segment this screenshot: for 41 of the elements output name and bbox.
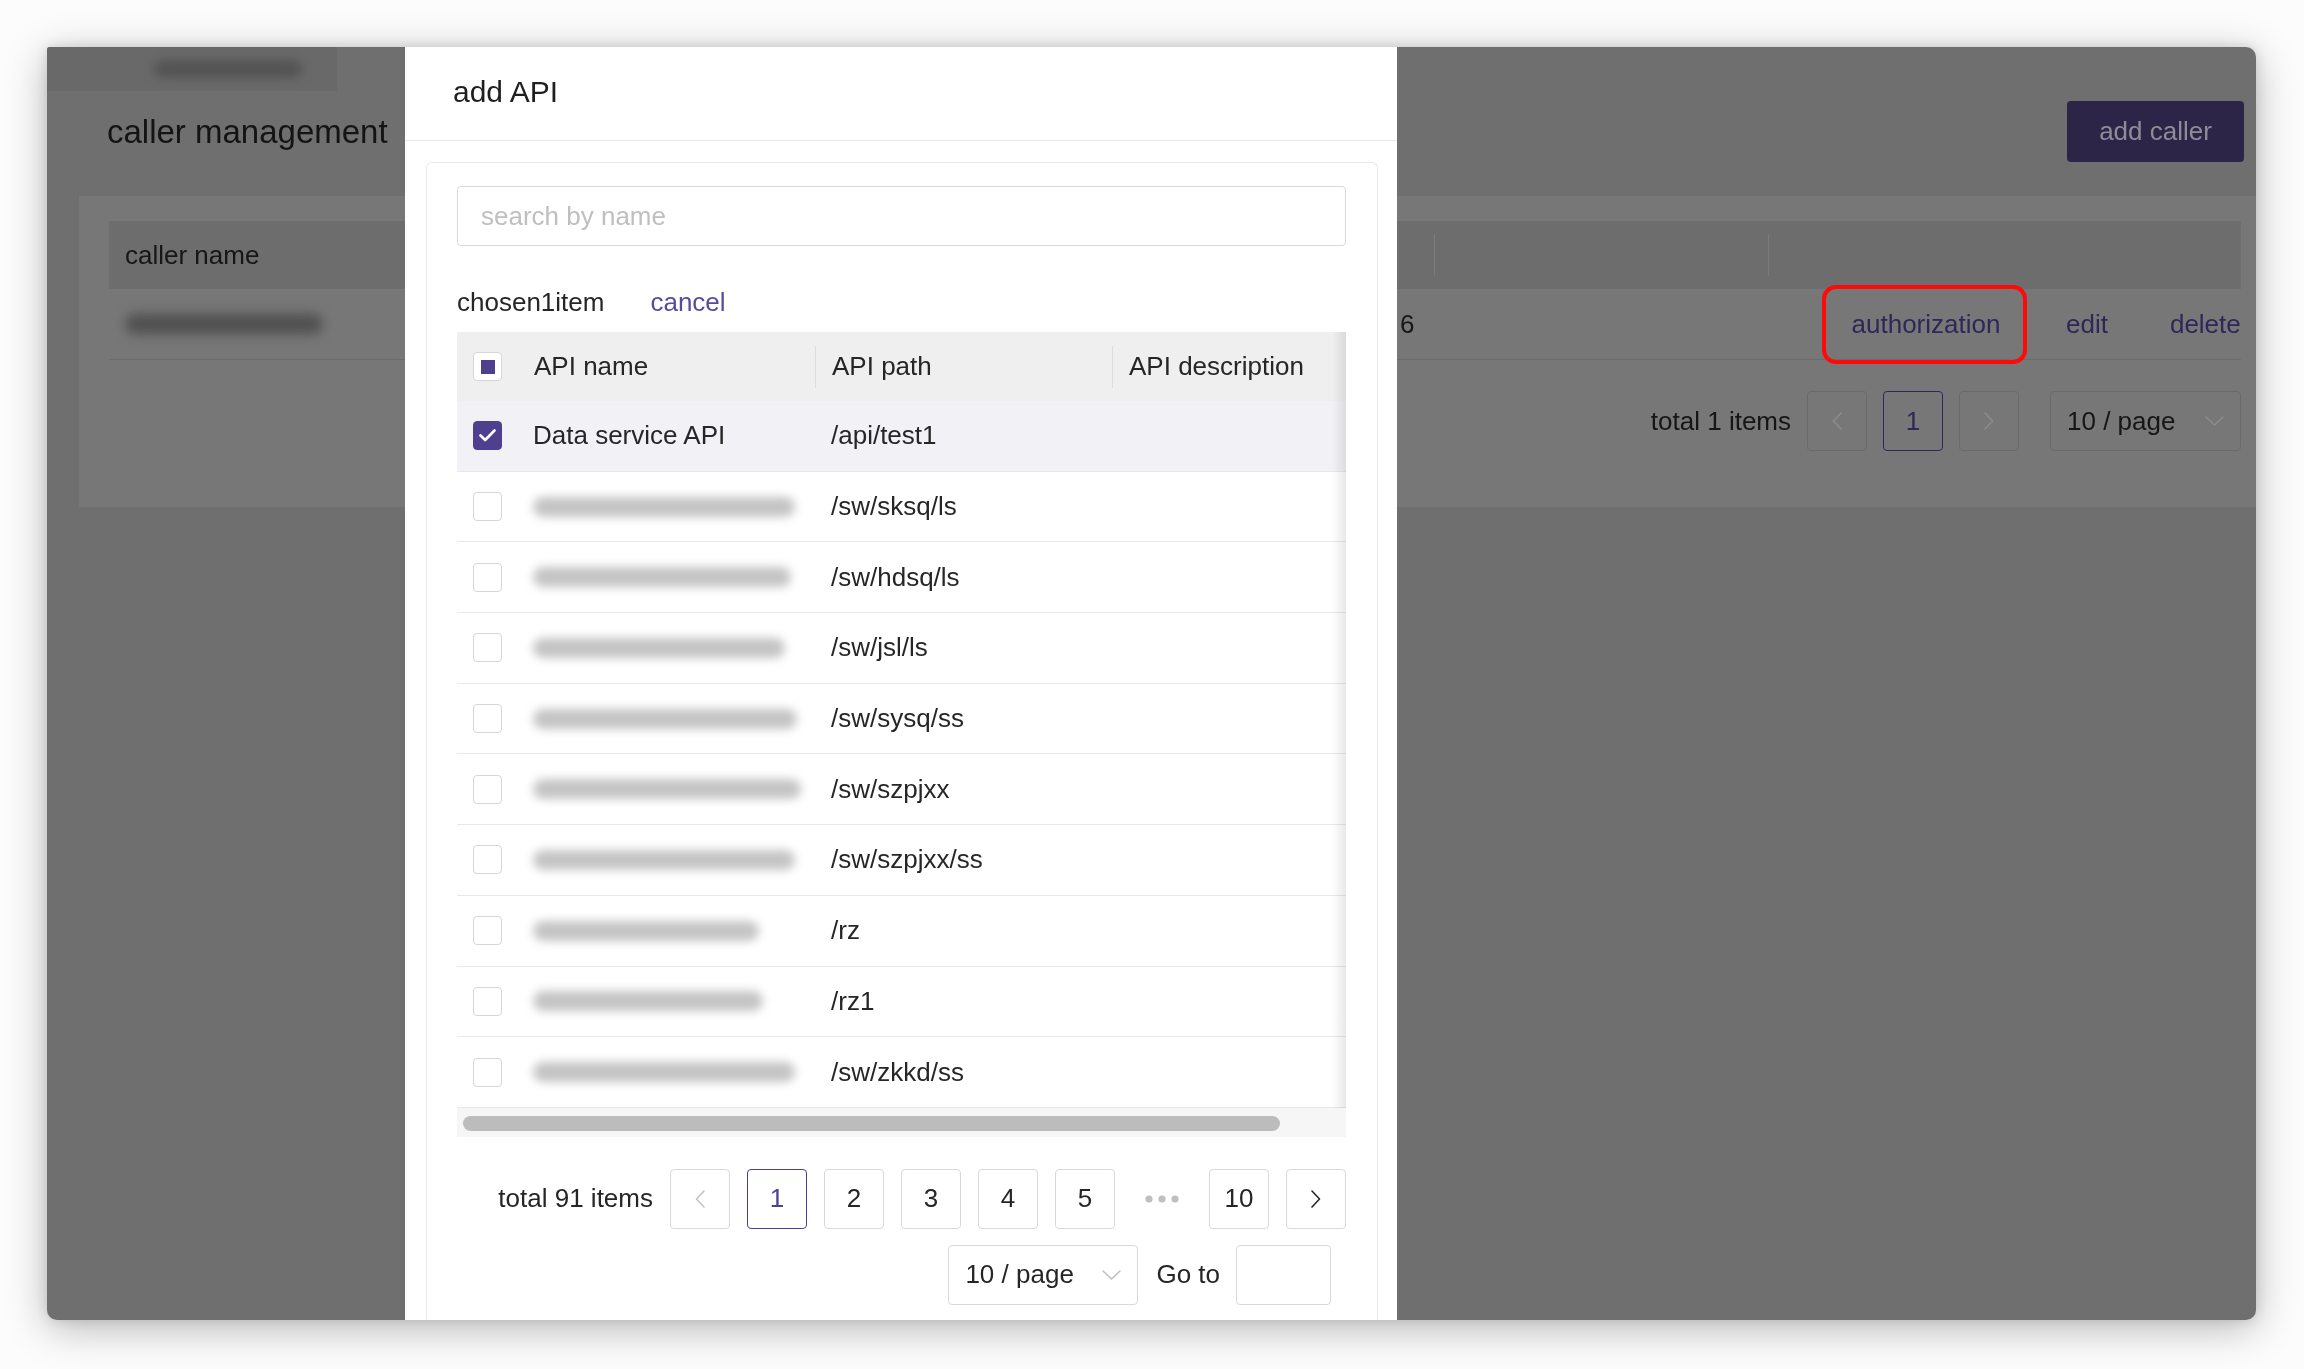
table-cell: /rz1 [831, 985, 875, 1017]
page-button[interactable]: 1 [747, 1168, 807, 1229]
table-cell: /sw/jsl/ls [831, 632, 928, 664]
total-count: total 91 items [498, 1183, 653, 1215]
table-cell: /sw/zkkd/ss [831, 1056, 964, 1088]
table-cell: 6 [1400, 309, 1415, 340]
table-cell: /sw/sksq/ls [831, 491, 957, 523]
chevron-right-icon [1311, 1189, 1321, 1208]
chevron-left-icon [695, 1189, 705, 1208]
column-header: caller name [125, 239, 260, 271]
column-header: API name [533, 350, 650, 383]
page-button[interactable]: 10 [1209, 1168, 1269, 1229]
page-button[interactable]: 4 [978, 1168, 1038, 1229]
page-size-select[interactable]: 10 / page [2050, 391, 2241, 451]
row-checkbox[interactable] [473, 421, 502, 451]
table-cell: /sw/szpjxx/ss [831, 844, 983, 876]
caret-down-icon [1102, 1269, 1122, 1280]
table-cell: /rz [831, 915, 860, 947]
table-cell: /sw/szpjxx [831, 773, 950, 805]
total-count: total 1 items [1650, 405, 1791, 437]
table-cell: /sw/sysq/ss [831, 703, 964, 735]
goto-field[interactable] [1236, 1244, 1331, 1305]
table-cell: /sw/hdsq/ls [831, 561, 960, 593]
table-cell: Data service API [533, 420, 726, 452]
selection-summary: chosen1item [457, 286, 605, 318]
page-size-select[interactable]: 10 / page [948, 1244, 1139, 1305]
add-caller-button[interactable]: add caller [2067, 101, 2244, 162]
select-all-checkbox[interactable] [473, 352, 502, 381]
page-button[interactable]: 2 [824, 1168, 884, 1229]
scrollbar-thumb[interactable] [463, 1115, 1280, 1131]
filled-square-icon [480, 359, 495, 374]
page-button[interactable]: 5 [1055, 1168, 1115, 1229]
page-title: caller management [107, 112, 389, 152]
dialog-title: add API [453, 73, 559, 110]
table-cell: /api/test1 [831, 420, 937, 452]
page-button[interactable]: 3 [901, 1168, 961, 1229]
goto-label: Go to [1156, 1259, 1220, 1291]
check-icon [479, 429, 496, 443]
column-header: API path [815, 345, 1112, 388]
search-field[interactable]: search by name [457, 186, 1346, 246]
cancel-link[interactable]: cancel [650, 286, 726, 318]
